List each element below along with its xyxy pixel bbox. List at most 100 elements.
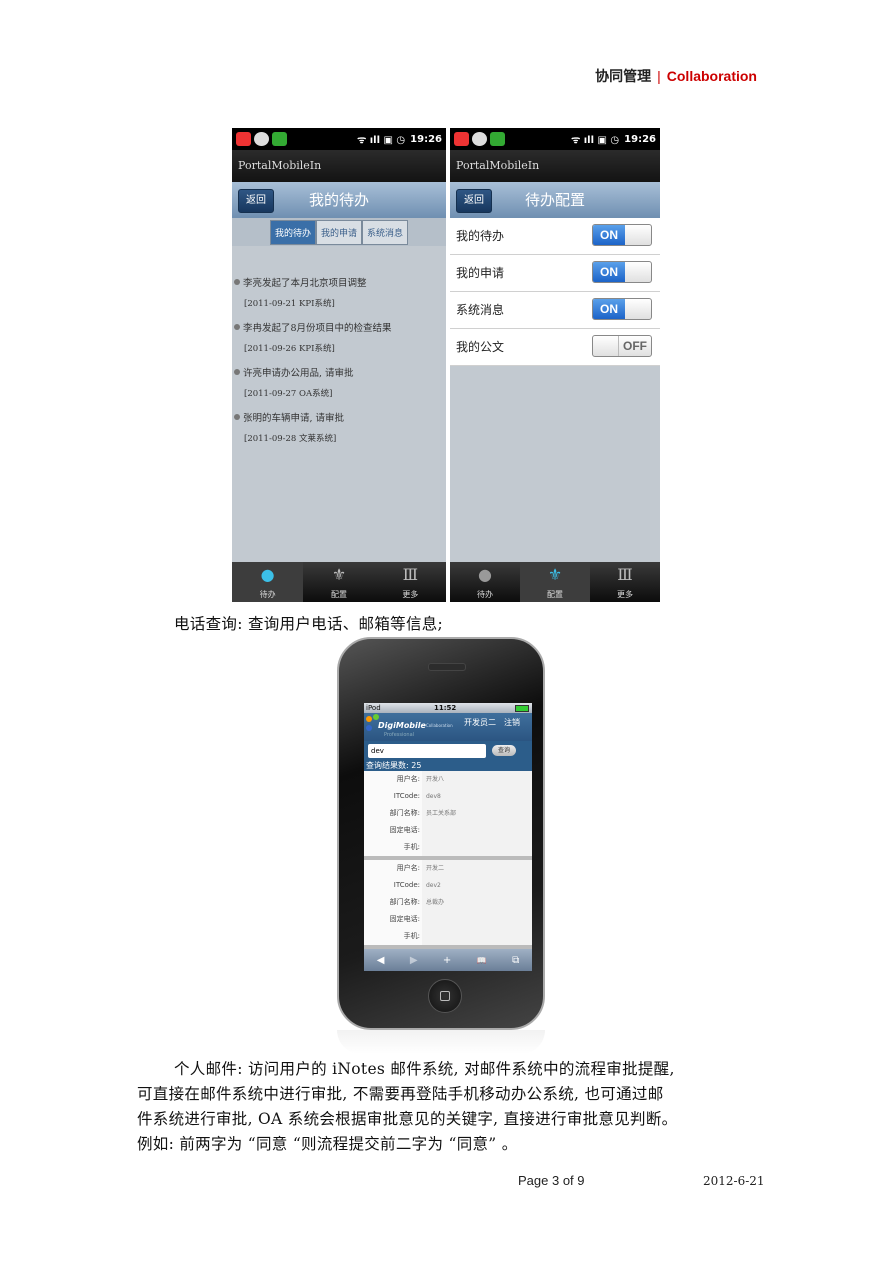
tab-label: 待办 — [477, 590, 493, 599]
setting-label: 我的申请 — [456, 266, 505, 280]
logo-dot-icon — [366, 716, 372, 722]
header-title-cn: 协同管理 — [595, 68, 652, 84]
field-row: 用户名: 开发八 — [364, 771, 532, 788]
tab-config[interactable]: ⚜ 配置 — [303, 562, 374, 602]
add-icon[interactable]: + — [443, 955, 451, 966]
pages-icon[interactable]: ⧉ — [512, 955, 519, 966]
footer-date: 2012-6-21 — [703, 1174, 765, 1188]
list-item[interactable]: 李亮发起了本月北京项目调整 [2011-09-21 KPI系统] — [234, 270, 446, 315]
app-bar: PortalMobileIn — [232, 150, 446, 182]
field-value — [422, 822, 532, 839]
search-button[interactable]: 查询 — [492, 745, 516, 756]
task-title: 张明的车辆申请, 请审批 — [243, 412, 345, 424]
settings-list: 我的待办 ON 我的申请 ON 系统消息 ON 我的公文 OFF — [450, 218, 660, 366]
field-label: 部门名称: — [364, 805, 422, 822]
bullet-icon — [234, 413, 240, 420]
tab-more[interactable]: Ⅲ 更多 — [590, 562, 660, 602]
tab-my-requests[interactable]: 我的申请 — [315, 219, 362, 245]
setting-label: 我的待办 — [456, 229, 505, 243]
document-header: 协同管理 | Collaboration — [595, 66, 757, 86]
status-bar: ᯤ ıll ▣ ◷ 19:26 — [450, 128, 660, 150]
chat-icon — [472, 132, 487, 146]
logo-text: DigiMobile — [378, 721, 426, 730]
carrier: iPod — [366, 704, 381, 712]
signal-icons: ᯤ ıll ▣ ◷ — [357, 135, 406, 146]
status-bar: ᯤ ıll ▣ ◷ 19:26 — [232, 128, 446, 150]
home-button[interactable] — [428, 979, 462, 1013]
tab-todo[interactable]: ● 待办 — [450, 562, 520, 602]
battery-icon — [515, 705, 529, 712]
sms-icon — [272, 132, 287, 146]
field-label: 用户名: — [364, 860, 422, 877]
toggle-switch[interactable]: ON — [592, 298, 652, 320]
title-bar: 待办配置 返回 — [450, 182, 660, 218]
toggle-switch[interactable]: ON — [592, 261, 652, 283]
field-label: 固定电话: — [364, 822, 422, 839]
paragraph-line-3: 件系统进行审批, OA 系统会根据审批意见的关键字, 直接进行审批意见判断。 — [137, 1110, 678, 1128]
search-input[interactable]: dev — [368, 744, 486, 758]
field-row: 用户名: 开发二 — [364, 860, 532, 877]
ios-status-bar: iPod 11:52 — [364, 703, 532, 713]
field-value: 开发二 — [422, 860, 532, 877]
app-banner: DigiMobile Collaboration Professional 开发… — [364, 713, 532, 741]
result-card: 用户名: 开发八 ITCode: dev8 部门名称: 员工关系部 固定电话: 手机: — [364, 771, 532, 860]
task-title: 李亮发起了本月北京项目调整 — [243, 277, 367, 289]
toggle-switch[interactable]: OFF — [592, 335, 652, 357]
field-value: 开发八 — [422, 771, 532, 788]
forward-arrow-icon[interactable]: ▶ — [410, 955, 418, 966]
field-row: 手机: — [364, 839, 532, 856]
tab-label: 配置 — [330, 590, 347, 599]
field-value — [422, 928, 532, 945]
field-row: 固定电话: — [364, 911, 532, 928]
field-row: ITCode: dev2 — [364, 877, 532, 894]
task-meta: [2011-09-21 KPI系统] — [244, 299, 335, 309]
bookmarks-icon[interactable]: 📖 — [477, 956, 487, 965]
back-button[interactable]: 返回 — [238, 189, 274, 213]
field-value: dev8 — [422, 788, 532, 805]
user-name: 开发员二 — [464, 718, 496, 727]
field-value: 总裁办 — [422, 894, 532, 911]
phone-reflection — [337, 1030, 545, 1054]
task-meta: [2011-09-28 文莱系统] — [244, 434, 337, 444]
page-number: Page 3 of 9 — [518, 1173, 585, 1188]
tab-more[interactable]: Ⅲ 更多 — [375, 562, 446, 602]
result-card: 用户名: 开发二 ITCode: dev2 部门名称: 总裁办 固定电话: 手机: — [364, 860, 532, 949]
setting-label: 我的公文 — [456, 340, 505, 354]
task-title: 许亮申请办公用品, 请审批 — [243, 367, 354, 379]
bottom-tab-bar: ● 待办 ⚜ 配置 Ⅲ 更多 — [232, 562, 446, 602]
list-item[interactable]: 李冉发起了8月份项目中的检查结果 [2011-09-26 KPI系统] — [234, 315, 446, 360]
signal-icons: ᯤ ıll ▣ ◷ — [571, 135, 620, 146]
back-arrow-icon[interactable]: ◀ — [377, 955, 385, 966]
back-button[interactable]: 返回 — [456, 189, 492, 213]
result-count: 查询结果数: 25 — [364, 761, 532, 771]
toggle-state: ON — [593, 262, 625, 282]
safari-toolbar: ◀ ▶ + 📖 ⧉ — [364, 949, 532, 971]
bottom-tab-bar: ● 待办 ⚜ 配置 Ⅲ 更多 — [450, 562, 660, 602]
paragraph-line-2: 可直接在邮件系统中进行审批, 不需要再登陆手机移动办公系统, 也可通过邮 — [137, 1085, 664, 1103]
speaker-grill — [428, 663, 466, 671]
segmented-control: 我的待办 我的申请 系统消息 — [232, 218, 446, 246]
bullet-icon — [234, 323, 240, 330]
notification-icons — [454, 132, 505, 146]
paragraph-line-4: 例如: 前两字为 “同意 “则流程提交前二字为 “同意” 。 — [137, 1135, 518, 1153]
list-item[interactable]: 张明的车辆申请, 请审批 [2011-09-28 文莱系统] — [234, 405, 446, 450]
logo-subtitle: Collaboration — [426, 723, 453, 728]
paragraph-line-1: 个人邮件: 访问用户的 iNotes 邮件系统, 对邮件系统中的流程审批提醒, — [174, 1060, 675, 1078]
tab-label: 配置 — [547, 590, 563, 599]
field-row: 部门名称: 总裁办 — [364, 894, 532, 911]
logout-link[interactable]: 注销 — [504, 717, 520, 728]
tab-system-messages[interactable]: 系统消息 — [362, 219, 409, 245]
tab-my-todo[interactable]: 我的待办 — [269, 219, 316, 245]
toggle-switch[interactable]: ON — [592, 224, 652, 246]
task-title: 李冉发起了8月份项目中的检查结果 — [243, 322, 392, 334]
logo-subtitle-2: Professional — [384, 732, 415, 738]
field-label: 手机: — [364, 839, 422, 856]
field-value — [422, 911, 532, 928]
task-meta: [2011-09-26 KPI系统] — [244, 344, 335, 354]
tab-config[interactable]: ⚜ 配置 — [520, 562, 590, 602]
tab-todo[interactable]: ● 待办 — [232, 562, 304, 602]
header-title-en: Collaboration — [666, 68, 757, 84]
list-item[interactable]: 许亮申请办公用品, 请审批 [2011-09-27 OA系统] — [234, 360, 446, 405]
bullet-icon — [234, 278, 240, 285]
tab-label: 待办 — [259, 590, 276, 599]
